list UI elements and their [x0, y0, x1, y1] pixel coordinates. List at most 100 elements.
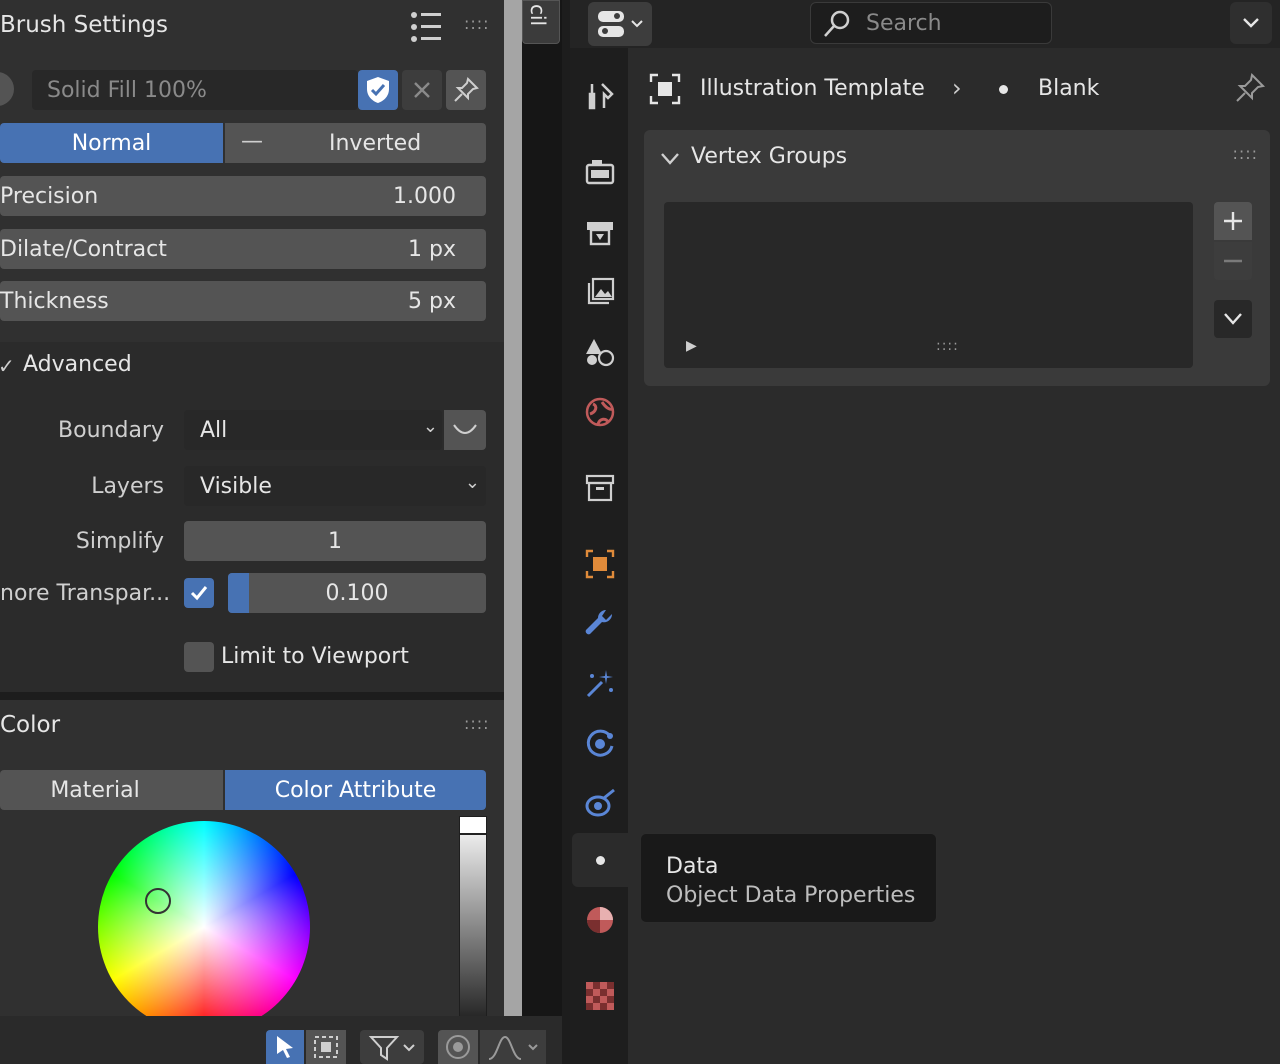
chevron-down-icon: ⌄: [422, 416, 438, 437]
thickness-field[interactable]: Thickness 5 px: [0, 281, 486, 321]
value-slider-handle[interactable]: [460, 817, 486, 835]
options-dropdown-button[interactable]: [1230, 2, 1272, 44]
vertex-group-specials-button[interactable]: [1214, 300, 1252, 338]
boundary-toggle-button[interactable]: [444, 410, 486, 450]
brush-toggle[interactable]: [0, 72, 14, 106]
view-layer-tab[interactable]: [584, 276, 616, 308]
shield-icon: [367, 77, 389, 103]
tool-icon: [588, 83, 614, 110]
falloff-dropdown[interactable]: [480, 1030, 546, 1064]
normal-label: Normal: [71, 131, 152, 156]
tab-material[interactable]: Material: [0, 770, 223, 810]
grip-icon[interactable]: ::::: [464, 714, 490, 733]
falloff-curve-icon: [488, 1035, 538, 1060]
advanced-subpanel: [0, 342, 504, 692]
output-tab[interactable]: [584, 216, 616, 248]
ignore-transparent-checkbox[interactable]: [184, 578, 214, 608]
panel-separator: [0, 692, 504, 700]
precision-field[interactable]: Precision 1.000: [0, 176, 486, 216]
tool-tab[interactable]: [584, 80, 616, 112]
grip-icon[interactable]: ::::: [464, 14, 490, 33]
tab-label: cil: [526, 3, 551, 27]
object-tab[interactable]: [584, 548, 616, 580]
world-tab[interactable]: [584, 396, 616, 428]
color-wheel-cursor[interactable]: [145, 888, 171, 914]
proportional-edit-button[interactable]: [438, 1030, 478, 1064]
remove-vertex-group-button[interactable]: [1214, 242, 1252, 280]
box-select-button[interactable]: [306, 1030, 346, 1064]
filter-button[interactable]: [360, 1030, 424, 1064]
sparkle-wand-icon: [586, 670, 613, 698]
wrench-icon: [585, 610, 613, 635]
close-icon: [414, 82, 430, 98]
scene-shapes-icon: [586, 339, 615, 367]
data-dot-icon: [999, 85, 1008, 94]
vertex-groups-list[interactable]: ▶ ::::: [664, 202, 1193, 368]
inverted-mode-button[interactable]: — Inverted: [225, 123, 486, 163]
pin-icon: [1236, 72, 1266, 102]
simplify-value: 1: [328, 529, 342, 554]
modifiers-tab[interactable]: [584, 608, 616, 640]
vertex-groups-panel: Vertex Groups :::: ▶ ::::: [644, 130, 1270, 386]
tooltip-title: Data: [666, 854, 719, 879]
pin-button[interactable]: [1234, 72, 1266, 104]
texture-tab[interactable]: [584, 980, 616, 1012]
ignore-transparent-value: 0.100: [325, 581, 389, 606]
chevron-right-icon: ›: [952, 74, 962, 102]
curve-icon: [453, 424, 477, 434]
dilate-contract-field[interactable]: Dilate/Contract 1 px: [0, 229, 486, 269]
color-wheel[interactable]: [98, 821, 310, 1016]
brush-field[interactable]: Solid Fill 100%: [32, 70, 358, 110]
checker-icon: [586, 982, 614, 1010]
printer-icon: [587, 222, 613, 246]
scene-tab[interactable]: [584, 336, 616, 368]
unlink-button[interactable]: [402, 70, 442, 110]
object-square-outline-icon: [649, 73, 681, 105]
image-stack-icon: [587, 277, 615, 305]
grip-icon[interactable]: ::::: [1232, 144, 1258, 163]
editor-type-button[interactable]: [588, 2, 652, 46]
list-resize-grip-icon[interactable]: ::::: [936, 338, 959, 354]
data-dot-icon: [596, 856, 605, 865]
tab-grease-pencil[interactable]: cil: [522, 0, 560, 44]
list-icon[interactable]: [410, 10, 442, 44]
select-tool-button[interactable]: [266, 1030, 304, 1064]
layers-label: Layers: [91, 474, 164, 499]
thickness-value: 5 px: [408, 289, 456, 314]
add-vertex-group-button[interactable]: [1214, 202, 1252, 240]
pin-button[interactable]: [446, 70, 486, 110]
limit-viewport-checkbox[interactable]: [184, 642, 214, 672]
layers-select[interactable]: Visible ⌄: [184, 466, 486, 506]
simplify-label: Simplify: [75, 529, 164, 554]
simplify-field[interactable]: 1: [184, 521, 486, 561]
effects-tab[interactable]: [584, 668, 616, 700]
color-panel-title[interactable]: Color: [0, 712, 60, 738]
checkmark-icon: [190, 586, 208, 601]
ignore-transparent-slider[interactable]: 0.100: [228, 573, 486, 613]
render-tab[interactable]: [584, 156, 616, 188]
tab-color-attribute[interactable]: Color Attribute: [225, 770, 486, 810]
color-value-slider[interactable]: [459, 816, 487, 1016]
tab-material-label: Material: [50, 778, 140, 803]
fake-user-button[interactable]: [358, 70, 398, 110]
physics-tab[interactable]: [584, 728, 616, 760]
world-globe-icon: [585, 397, 615, 427]
constraints-tab[interactable]: [584, 788, 616, 820]
layers-value: Visible: [200, 474, 272, 499]
panel-scrollbar[interactable]: [504, 0, 522, 1016]
filter-icon: [368, 1036, 415, 1061]
collection-tab[interactable]: [584, 472, 616, 504]
data-tab[interactable]: [572, 833, 628, 887]
search-icon: [824, 10, 850, 37]
breadcrumb-data: Blank: [1038, 76, 1100, 101]
expand-triangle-icon[interactable]: ▶: [686, 338, 697, 354]
vertex-groups-header[interactable]: Vertex Groups ::::: [644, 130, 1270, 186]
boundary-select[interactable]: All ⌄: [184, 410, 442, 450]
pin-icon: [454, 77, 479, 102]
normal-mode-button[interactable]: Normal: [0, 123, 223, 163]
search-input[interactable]: Search: [810, 2, 1052, 44]
material-tab[interactable]: [584, 904, 616, 936]
tooltip: Data Object Data Properties: [640, 833, 937, 923]
tab-color-attribute-label: Color Attribute: [274, 778, 437, 803]
panel-title: Brush Settings: [0, 12, 169, 38]
